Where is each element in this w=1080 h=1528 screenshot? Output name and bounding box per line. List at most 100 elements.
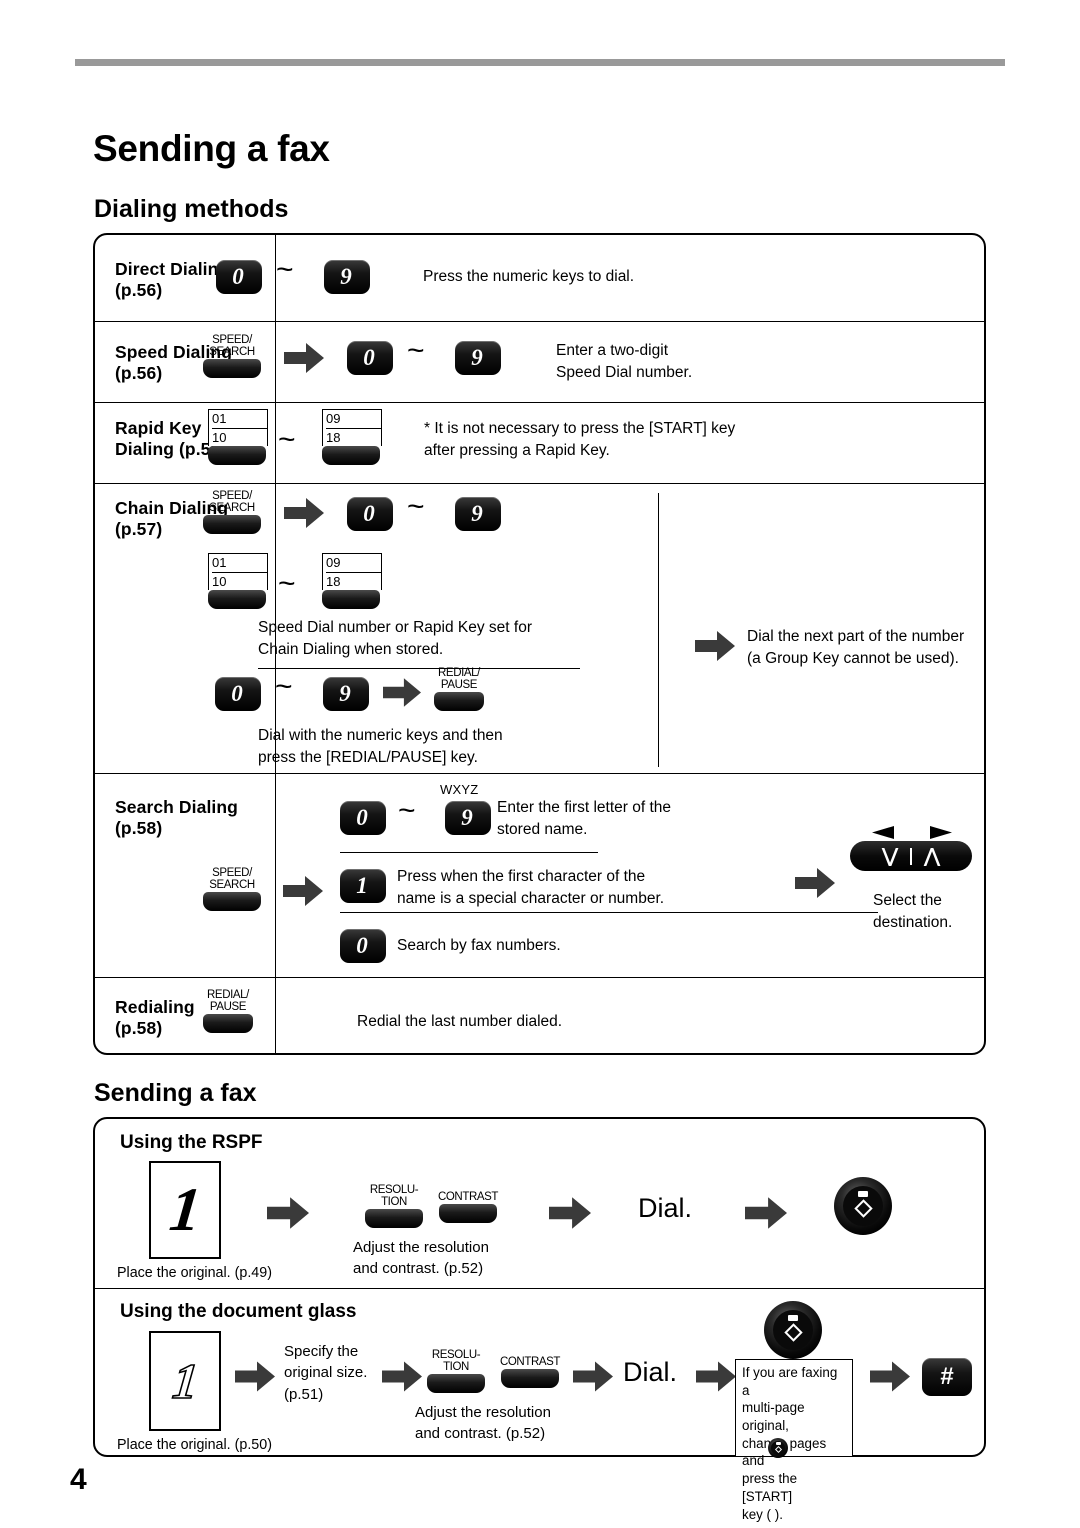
hash-key-label: # xyxy=(940,1363,954,1390)
search-dialing-select-note: Select the destination. xyxy=(873,892,953,931)
flow-arrow-right-icon xyxy=(745,1197,787,1229)
rapid-key-top-number: 09 xyxy=(326,554,381,573)
speed-search-key[interactable]: SPEED/ SEARCH xyxy=(201,334,263,379)
page-number: 4 xyxy=(70,1463,87,1496)
numeric-key-1-label: 1 xyxy=(356,873,368,898)
redial-pause-key[interactable]: REDIAL/ PAUSE xyxy=(432,667,486,712)
numeric-key-0[interactable]: 0 xyxy=(347,341,393,375)
chevron-up-icon[interactable]: ⋀ xyxy=(912,845,952,868)
key-pill xyxy=(322,590,380,610)
redial-pause-key[interactable]: REDIAL/ PAUSE xyxy=(201,989,255,1034)
key-pill xyxy=(501,1369,559,1389)
rapid-key-top-number: 09 xyxy=(326,410,381,429)
rapid-key-bottom-number: 18 xyxy=(326,429,341,445)
start-key-inline-icon xyxy=(768,1438,788,1458)
numeric-key-9[interactable]: 9 xyxy=(445,801,491,835)
resolution-key-label: RESOLU- TION xyxy=(431,1349,481,1374)
numeric-key-0[interactable]: 0 xyxy=(216,260,262,294)
row-note-rapid-key-dialing: * It is not necessary to press the [STAR… xyxy=(424,420,736,459)
flow-arrow-right-icon xyxy=(695,631,735,661)
flow-arrow-right-icon xyxy=(549,1197,591,1229)
contrast-key-label: CONTRAST xyxy=(437,1191,499,1203)
start-key-led-icon xyxy=(858,1191,868,1197)
document-page: Sending a fax Dialing methods Direct Dia… xyxy=(0,0,1080,1528)
chevron-down-icon[interactable]: ⋁ xyxy=(870,845,910,868)
resolution-key-label: RESOLU- TION xyxy=(369,1184,419,1209)
numeric-key-0[interactable]: 0 xyxy=(340,801,386,835)
original-glyph: 1 xyxy=(165,1176,205,1244)
speed-search-key[interactable]: SPEED/ SEARCH xyxy=(201,490,263,535)
numeric-key-9[interactable]: 9 xyxy=(455,497,501,531)
dial-step-label-glass: Dial. xyxy=(623,1357,678,1387)
chain-dialing-next-part-note: Dial the next part of the number (a Grou… xyxy=(747,628,965,667)
rapid-key-numbers: 09 18 xyxy=(322,409,382,447)
numeric-key-9-letters-label: WXYZ xyxy=(440,782,479,797)
numeric-key-0[interactable]: 0 xyxy=(340,929,386,963)
start-key-led-icon xyxy=(775,1442,781,1445)
nav-rocker-bar[interactable]: ⋁ ⋀ xyxy=(850,841,972,871)
row-label-search-dialing: Search Dialing (p.58) xyxy=(115,797,238,839)
numeric-key-1[interactable]: 1 xyxy=(340,869,386,903)
numeric-key-9-label: 9 xyxy=(471,345,483,370)
caption-place-original-glass: Place the original. (p.50) xyxy=(117,1437,272,1453)
flow-arrow-right-icon xyxy=(284,498,324,528)
section-heading-sending-a-fax: Sending a fax xyxy=(94,1079,257,1107)
range-tilde: ~ xyxy=(278,567,296,600)
range-tilde: ~ xyxy=(276,253,294,286)
numeric-key-9-label: 9 xyxy=(339,681,351,706)
caption-adjust-resolution-rspf: Adjust the resolution and contrast. (p.5… xyxy=(353,1239,489,1278)
numeric-key-0-label: 0 xyxy=(356,805,368,830)
key-pill xyxy=(427,1374,485,1394)
header-rule xyxy=(75,59,1005,66)
start-key-face xyxy=(771,1441,785,1455)
flow-arrow-right-icon xyxy=(383,678,421,707)
rapid-key-range-start[interactable]: 01 10 xyxy=(208,409,268,466)
rapid-key-numbers: 01 10 xyxy=(208,553,268,591)
row-note-speed-dialing: Enter a two-digit Speed Dial number. xyxy=(556,342,693,381)
caption-place-original-rspf: Place the original. (p.49) xyxy=(117,1265,272,1281)
rapid-key-numbers: 01 10 xyxy=(208,409,268,447)
numeric-key-0[interactable]: 0 xyxy=(347,497,393,531)
rapid-key-top-number: 01 xyxy=(212,410,267,429)
rapid-key-top-number: 01 xyxy=(212,554,267,573)
numeric-key-9-label: 9 xyxy=(340,264,352,289)
contrast-key[interactable]: CONTRAST xyxy=(499,1356,561,1389)
key-pill xyxy=(434,692,484,712)
search-dialing-divider xyxy=(340,912,878,913)
resolution-key[interactable]: RESOLU- TION xyxy=(363,1184,425,1229)
search-dialing-letter-note: Enter the first letter of the stored nam… xyxy=(497,799,672,838)
start-key[interactable] xyxy=(834,1177,892,1235)
rapid-key-bottom-number: 10 xyxy=(212,429,227,445)
navigation-key-cluster[interactable]: ⋁ ⋀ xyxy=(850,826,972,871)
resolution-key[interactable]: RESOLU- TION xyxy=(425,1349,487,1394)
rapid-key-range-end[interactable]: 09 18 xyxy=(322,409,382,466)
table-rowline xyxy=(95,977,984,978)
numeric-key-9[interactable]: 9 xyxy=(324,260,370,294)
contrast-key[interactable]: CONTRAST xyxy=(437,1191,499,1224)
range-tilde: ~ xyxy=(398,794,416,827)
speed-search-key[interactable]: SPEED/ SEARCH xyxy=(201,867,263,912)
start-key[interactable] xyxy=(764,1301,822,1359)
numeric-key-9[interactable]: 9 xyxy=(323,677,369,711)
range-tilde: ~ xyxy=(275,670,293,703)
original-placement-rspf-icon: 1 xyxy=(149,1161,221,1259)
start-key-face xyxy=(773,1310,813,1350)
panel-rowline xyxy=(95,1288,984,1289)
hash-key[interactable]: # xyxy=(922,1358,972,1396)
rapid-key-range-start[interactable]: 01 10 xyxy=(208,553,268,610)
search-dialing-fax-note: Search by fax numbers. xyxy=(397,937,561,954)
numeric-key-9[interactable]: 9 xyxy=(455,341,501,375)
caption-specify-original-size: Specify the original size. (p.51) xyxy=(284,1343,368,1403)
flow-arrow-right-icon xyxy=(283,876,323,906)
rapid-key-numbers: 09 18 xyxy=(322,553,382,591)
key-pill xyxy=(208,590,266,610)
key-pill xyxy=(208,446,266,466)
rapid-key-range-end[interactable]: 09 18 xyxy=(322,553,382,610)
numeric-key-0-label: 0 xyxy=(356,933,368,958)
chain-dialing-numeric-note: Dial with the numeric keys and then pres… xyxy=(258,727,503,766)
numeric-key-0[interactable]: 0 xyxy=(215,677,261,711)
table-rowline xyxy=(95,773,984,774)
rapid-key-bottom-number: 10 xyxy=(212,573,227,589)
flow-arrow-right-icon xyxy=(696,1361,736,1392)
sending-a-fax-panel: Using the RSPF 1 Place the original. (p.… xyxy=(93,1117,986,1522)
